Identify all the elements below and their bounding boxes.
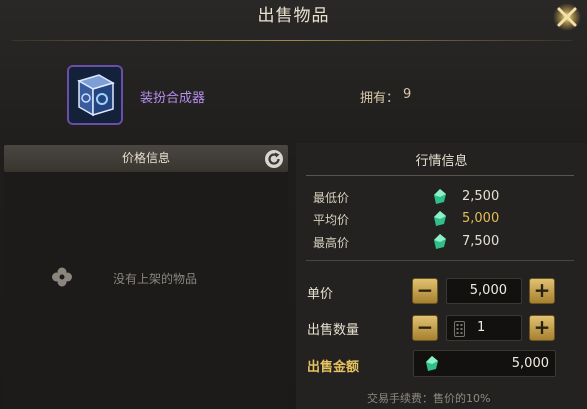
unit-price-minus-button[interactable]: − (412, 278, 438, 304)
min-price-label: 最低价 (313, 191, 350, 205)
unit-price-plus-button[interactable]: + (529, 278, 555, 304)
dialog-title: 出售物品 (257, 6, 330, 26)
market-info-header: 行情信息 (415, 154, 468, 169)
crystal-currency-icon (426, 356, 438, 371)
item-icon[interactable] (67, 65, 123, 125)
transaction-fee-note: 交易手续费：售价的10% (367, 392, 491, 405)
min-price-value: 2,500 (462, 189, 500, 204)
avg-price-label: 平均价 (313, 213, 350, 227)
empty-listing-text: 没有上架的物品 (113, 272, 198, 286)
crystal-currency-icon (434, 189, 446, 204)
close-icon[interactable] (552, 2, 582, 32)
quantity-input[interactable]: 1 (446, 315, 522, 341)
quantity-plus-button[interactable]: + (529, 315, 555, 341)
quantity-label: 出售数量 (307, 323, 360, 338)
unit-price-value: 5,000 (469, 283, 507, 298)
price-info-panel (4, 172, 288, 409)
refresh-icon[interactable] (264, 149, 284, 169)
unit-price-label: 单价 (307, 287, 334, 302)
synthesizer-cube-icon (69, 67, 121, 123)
owned-label: 拥有： (360, 91, 400, 106)
sell-item-dialog: 出售物品 装扮合成器 拥有： 9 价格信息 没有上架的物品 行情信息 最低价 2… (0, 0, 587, 409)
item-name: 装扮合成器 (140, 91, 206, 106)
quantity-minus-button[interactable]: − (412, 315, 438, 341)
quantity-value: 1 (477, 320, 486, 335)
max-price-value: 7,500 (462, 234, 500, 249)
max-price-label: 最高价 (313, 236, 350, 250)
unit-price-input[interactable]: 5,000 (446, 278, 522, 304)
empty-box-icon (52, 267, 72, 287)
total-amount-field: 5,000 (413, 350, 556, 377)
form-divider (306, 260, 574, 261)
title-divider (12, 40, 572, 41)
total-amount-label: 出售金额 (307, 360, 360, 375)
crystal-currency-icon (434, 234, 446, 249)
market-header-divider (306, 175, 574, 176)
owned-count: 9 (403, 87, 412, 102)
crystal-currency-icon (434, 211, 446, 226)
price-info-header: 价格信息 (121, 151, 170, 165)
keypad-icon[interactable] (454, 321, 465, 337)
avg-price-value: 5,000 (462, 211, 500, 226)
